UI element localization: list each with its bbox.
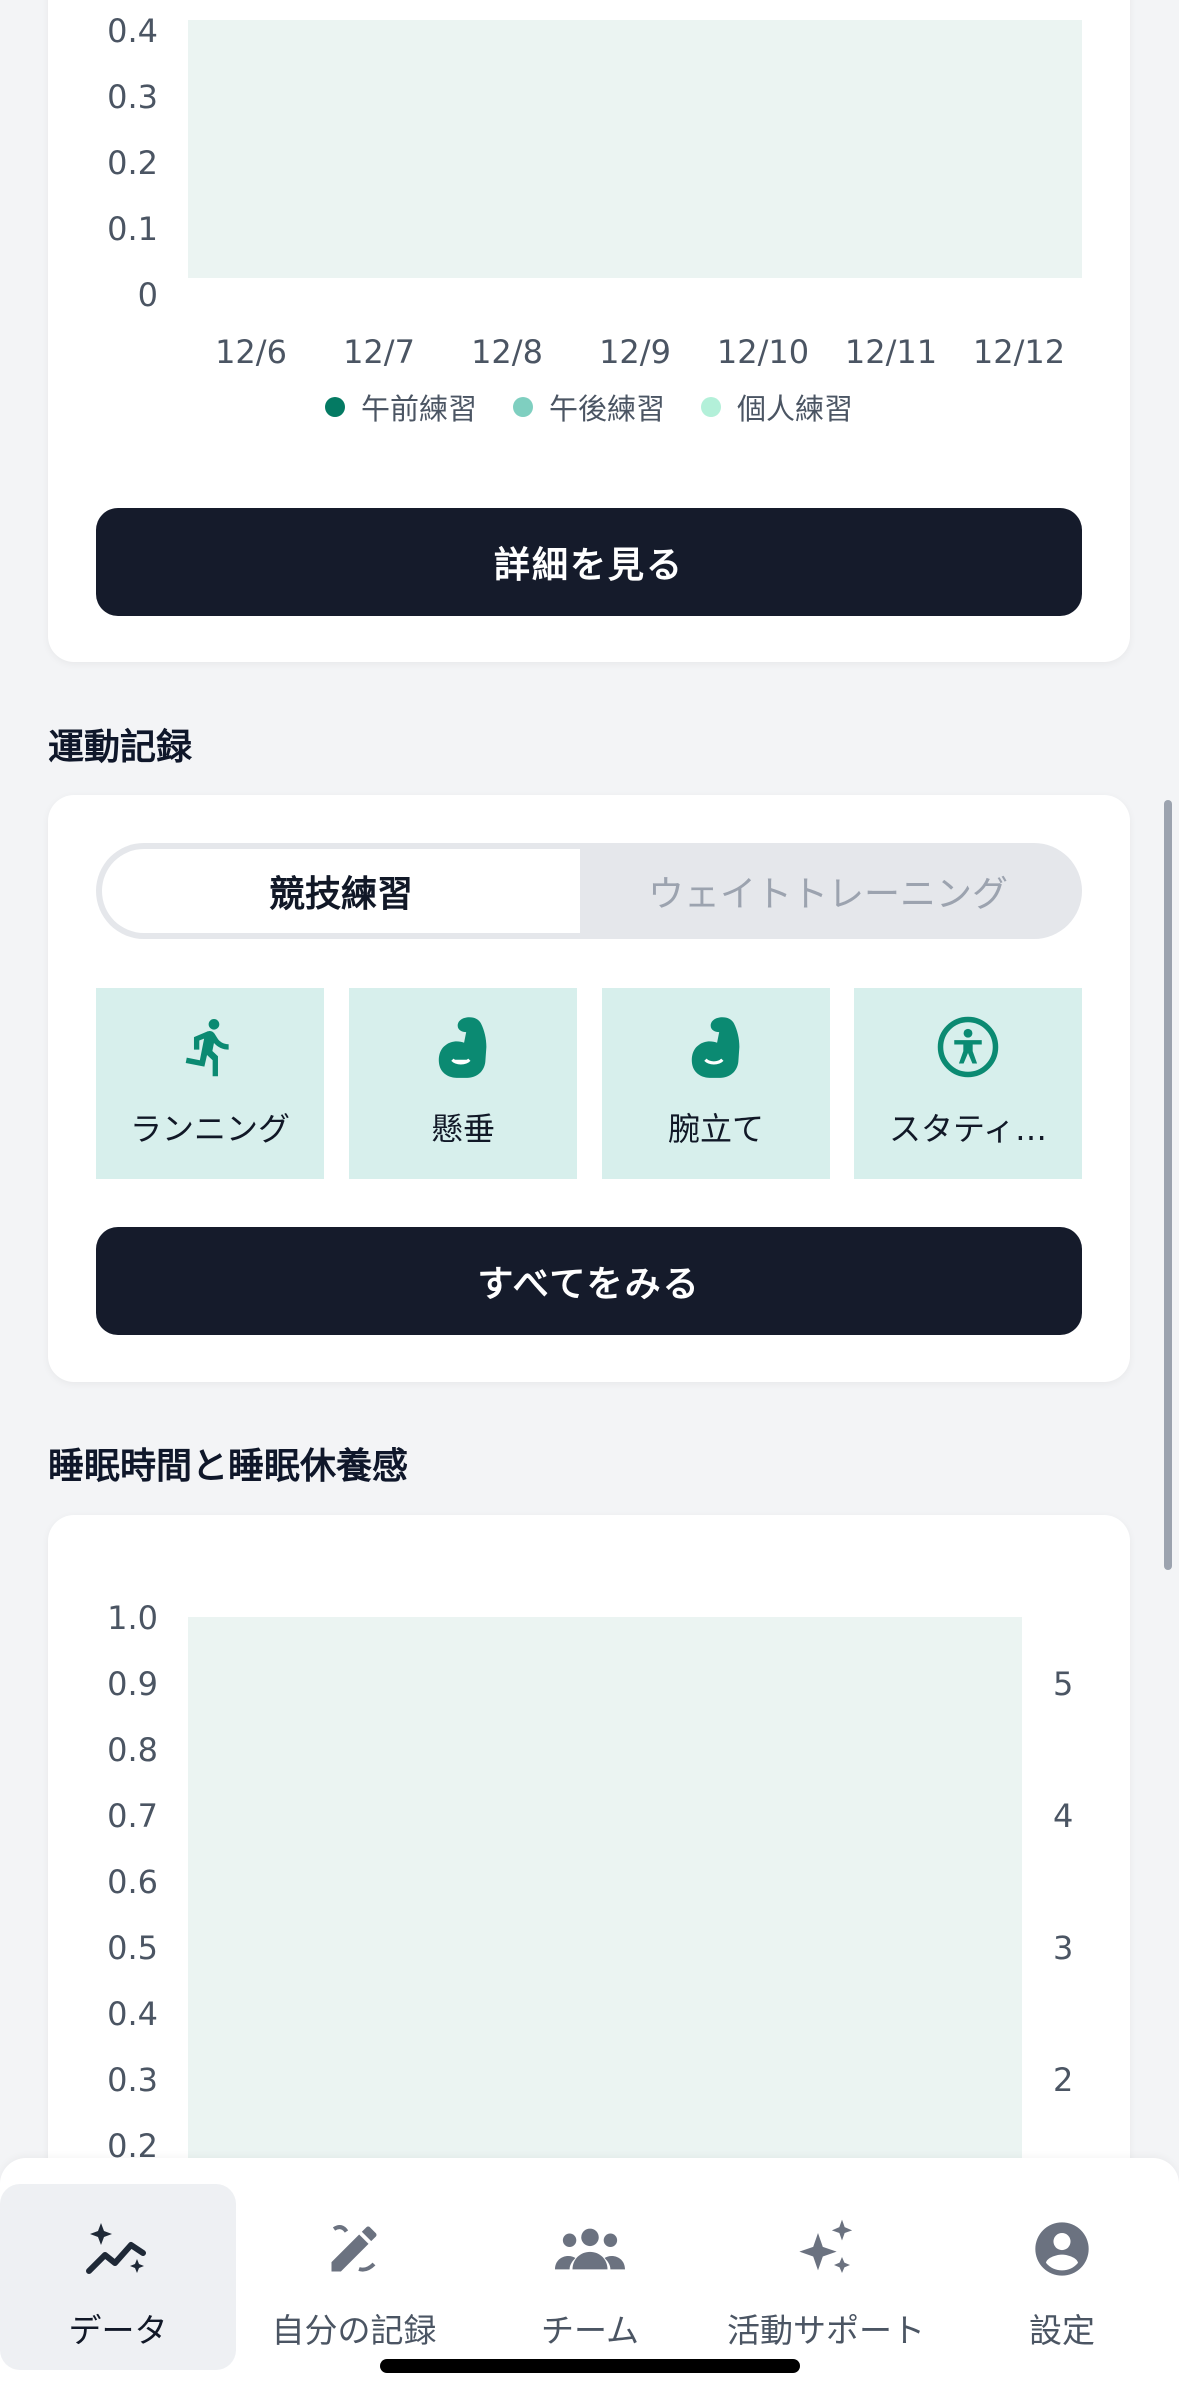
y-tick: 0.4 — [107, 12, 158, 50]
running-icon — [173, 1010, 247, 1084]
legend-dot-icon — [324, 397, 345, 417]
tab-competition-practice[interactable]: 競技練習 — [102, 849, 580, 933]
exercise-tab-toggle: 競技練習 ウェイトトレーニング — [96, 843, 1082, 939]
tile-label: 腕立て — [667, 1110, 764, 1148]
y-tick: 0.3 — [107, 2061, 158, 2099]
y-tick: 0.5 — [107, 1929, 158, 1967]
home-indicator[interactable] — [380, 2359, 800, 2373]
nav-label: チーム — [540, 2311, 639, 2350]
tile-label: ランニング — [129, 1110, 290, 1148]
y-right-tick: 2 — [1053, 2061, 1074, 2099]
y-tick: 0.8 — [107, 1731, 158, 1769]
tile-label: 懸垂 — [430, 1110, 495, 1148]
practice-plot-area — [188, 20, 1082, 278]
details-button[interactable]: 詳細を見る — [96, 508, 1082, 616]
legend-label: 午後練習 — [548, 392, 665, 426]
flexed-arm-icon — [679, 1010, 753, 1084]
y-tick: 0.1 — [107, 210, 158, 248]
exercise-tile-pushup[interactable]: 腕立て — [602, 988, 830, 1179]
tab-weight-training[interactable]: ウェイトトレーニング — [580, 849, 1076, 933]
nav-item-data[interactable]: データ — [0, 2184, 236, 2370]
edit-pencil-icon — [319, 2214, 389, 2284]
account-circle-icon — [1027, 2214, 1097, 2284]
legend-dot-icon — [701, 397, 721, 417]
x-tick: 12/8 — [471, 333, 543, 371]
sparkles-icon — [791, 2214, 861, 2284]
nav-label: データ — [68, 2311, 168, 2350]
practice-chart-card: 0.4 0.3 0.2 0.1 0 12/6 12/7 12/8 12/9 12… — [48, 0, 1130, 662]
see-all-button[interactable]: すべてをみる — [96, 1227, 1082, 1335]
y-tick: 0.3 — [107, 78, 158, 116]
x-tick: 12/7 — [343, 333, 415, 371]
x-tick: 12/12 — [972, 333, 1066, 371]
legend-item-afternoon[interactable]: 午後練習 — [512, 386, 665, 428]
practice-legend: 午前練習 午後練習 個人練習 — [48, 386, 1130, 428]
legend-item-morning[interactable]: 午前練習 — [324, 386, 477, 428]
y-tick: 0.7 — [107, 1797, 158, 1835]
nav-label: 活動サポート — [727, 2311, 925, 2350]
nav-label: 設定 — [1029, 2311, 1095, 2350]
y-right-tick: 5 — [1053, 1665, 1074, 1703]
tile-label: スタティ… — [888, 1110, 1048, 1148]
legend-item-personal[interactable]: 個人練習 — [701, 386, 853, 428]
flexed-arm-icon — [426, 1010, 500, 1084]
nav-label: 自分の記録 — [271, 2311, 437, 2350]
accessibility-icon — [931, 1010, 1005, 1084]
legend-dot-icon — [512, 397, 533, 417]
y-right-tick: 4 — [1053, 1797, 1074, 1835]
y-tick: 0.9 — [107, 1665, 158, 1703]
group-icon — [555, 2214, 625, 2284]
exercise-tile-running[interactable]: ランニング — [96, 988, 324, 1179]
exercise-tile-pullup[interactable]: 懸垂 — [349, 988, 577, 1179]
y-tick: 1.0 — [107, 1599, 158, 1637]
legend-label: 個人練習 — [737, 392, 854, 426]
sleep-section-title: 睡眠時間と睡眠休養感 — [48, 1446, 409, 1487]
exercise-section-title: 運動記録 — [48, 727, 193, 768]
x-tick: 12/11 — [844, 333, 938, 371]
y-tick: 0.6 — [107, 1863, 158, 1901]
nav-item-activity-support[interactable]: 活動サポート — [708, 2184, 944, 2370]
exercise-tile-stretch[interactable]: スタティ… — [854, 988, 1082, 1179]
nav-item-settings[interactable]: 設定 — [944, 2184, 1179, 2370]
nav-item-team[interactable]: チーム — [472, 2184, 708, 2370]
y-tick: 0.4 — [107, 1995, 158, 2033]
scrollbar[interactable] — [1164, 800, 1172, 1570]
y-tick: 0.2 — [107, 144, 158, 182]
nav-item-my-records[interactable]: 自分の記録 — [236, 2184, 472, 2370]
x-tick: 12/9 — [599, 333, 671, 371]
x-tick: 12/6 — [215, 333, 287, 371]
chart-sparkle-icon — [83, 2214, 153, 2284]
x-tick: 12/10 — [716, 333, 810, 371]
y-right-tick: 3 — [1053, 1929, 1074, 1967]
legend-label: 午前練習 — [360, 392, 477, 426]
y-tick: 0 — [137, 276, 158, 314]
